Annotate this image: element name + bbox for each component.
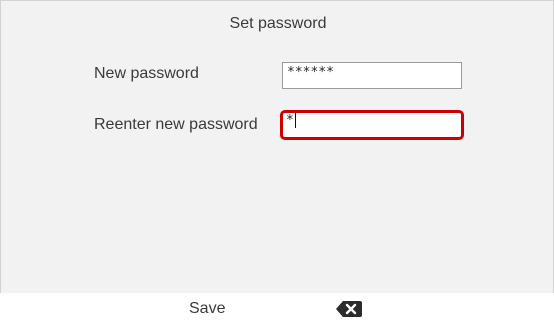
softkey-bar: Save <box>0 293 554 323</box>
page-title: Set password <box>229 15 327 32</box>
backspace-icon <box>336 301 362 317</box>
reenter-password-field[interactable]: * <box>280 110 464 140</box>
set-password-screen: Set password New password ****** Reenter… <box>0 0 554 323</box>
backspace-button[interactable] <box>336 301 362 317</box>
save-button[interactable]: Save <box>189 300 225 318</box>
new-password-value: ****** <box>287 65 334 80</box>
reenter-password-label: Reenter new password <box>94 116 258 133</box>
new-password-field[interactable]: ****** <box>282 62 462 89</box>
new-password-label: New password <box>94 65 199 82</box>
text-caret <box>294 113 296 128</box>
reenter-password-value: * <box>286 113 294 128</box>
